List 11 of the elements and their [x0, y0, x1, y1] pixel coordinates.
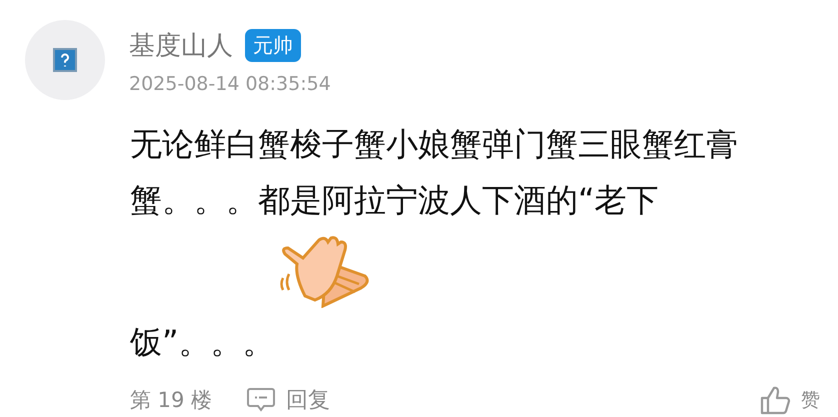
rank-badge: 元帅 — [245, 29, 301, 62]
comment-icon — [246, 387, 276, 413]
comment-text: 饭”。。。 — [130, 322, 276, 363]
thumbs-up-icon — [759, 384, 791, 416]
reply-button[interactable]: 回复 — [246, 385, 330, 415]
comment-text: 无论鲜白蟹梭子蟹小娘蟹弹门蟹三眼蟹红膏蟹。。。都是阿拉宁波人下酒的“老下 — [130, 124, 739, 221]
broken-image-icon — [53, 48, 77, 72]
floor-number: 第 19 楼 — [130, 387, 212, 414]
post-time: 2025-08-14 08:35:54 — [129, 73, 331, 95]
author-name[interactable]: 基度山人 — [129, 28, 233, 63]
like-button[interactable]: 赞 — [759, 384, 820, 416]
